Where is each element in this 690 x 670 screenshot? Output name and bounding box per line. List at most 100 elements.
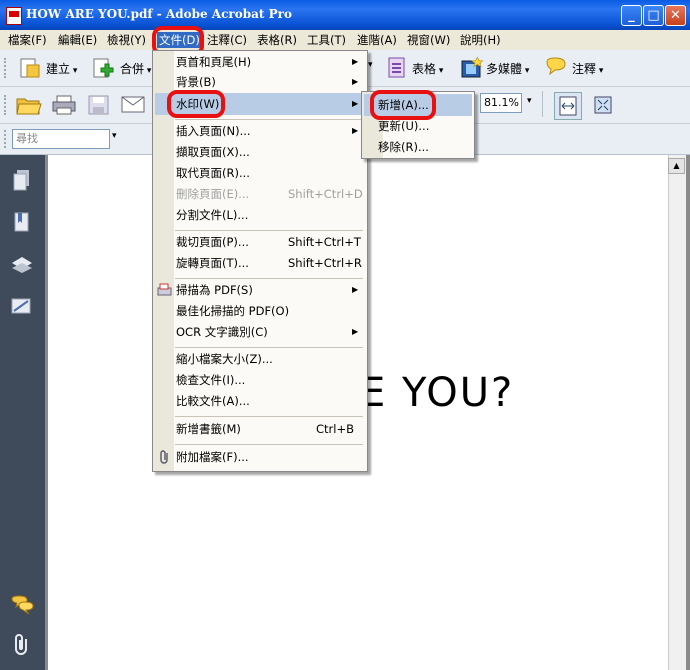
menu-shortcut: Ctrl+B: [316, 422, 354, 436]
menu-item-label: 裁切頁面(P)...: [176, 235, 249, 249]
email-icon[interactable]: [121, 96, 145, 114]
menu-separator: [175, 444, 363, 445]
menu-item-label: 分割文件(L)...: [176, 208, 249, 222]
menu-separator: [175, 230, 363, 231]
submenu-arrow-icon: ▶: [352, 327, 359, 336]
menu-forms[interactable]: 表格(R): [257, 32, 297, 48]
menu-item-rotate-pages[interactable]: 旋轉頁面(T)... Shift+Ctrl+R: [153, 253, 365, 273]
menu-shortcut: Shift+Ctrl+T: [288, 235, 361, 249]
pages-icon[interactable]: [12, 169, 32, 193]
menu-item-split-document[interactable]: 分割文件(L)...: [153, 205, 365, 225]
bookmarks-icon[interactable]: [12, 211, 32, 235]
menu-item-examine-document[interactable]: 檢查文件(I)...: [153, 370, 365, 390]
zoom-dropdown-arrow[interactable]: ▾: [527, 96, 532, 106]
search-dropdown-arrow[interactable]: ▾: [112, 131, 117, 141]
menu-item-crop-pages[interactable]: 裁切頁面(P)... Shift+Ctrl+T: [153, 232, 365, 252]
create-pdf-icon: [18, 57, 40, 79]
submenu-arrow-icon: ▶: [352, 126, 359, 135]
signatures-icon[interactable]: [10, 295, 34, 319]
menu-item-optimize-scanned-pdf[interactable]: 最佳化掃描的 PDF(O): [153, 301, 365, 321]
menu-item-extract-pages[interactable]: 擷取頁面(X)...: [153, 142, 365, 162]
menu-item-label: 刪除頁面(E)...: [176, 187, 250, 201]
menu-shortcut: Shift+Ctrl+R: [288, 256, 362, 270]
toolbar-overflow-arrow[interactable]: ▾: [368, 60, 373, 70]
scroll-up-icon[interactable]: ▲: [668, 158, 685, 174]
menu-shortcut: Shift+Ctrl+D: [288, 187, 363, 201]
menu-item-add-bookmark[interactable]: 新增書籤(M) Ctrl+B: [153, 419, 365, 439]
menu-file[interactable]: 檔案(F): [8, 32, 47, 48]
combine-button[interactable]: 合併: [120, 60, 151, 77]
toolbar-divider: [542, 91, 543, 117]
menu-item-label: 附加檔案(F)...: [176, 450, 249, 464]
maximize-button[interactable]: □: [643, 5, 664, 26]
menu-item-label: 插入頁面(N)...: [176, 124, 251, 138]
comment-icon: [544, 56, 568, 80]
close-button[interactable]: ✕: [665, 5, 686, 26]
forms-button[interactable]: 表格: [412, 60, 443, 77]
menu-edit[interactable]: 編輯(E): [58, 32, 97, 48]
menu-item-label: OCR 文字識別(C): [176, 325, 268, 339]
menu-help[interactable]: 說明(H): [460, 32, 501, 48]
menu-item-scan-to-pdf[interactable]: 掃描為 PDF(S) ▶: [153, 280, 365, 300]
menu-separator: [175, 278, 363, 279]
menu-item-label: 掃描為 PDF(S): [176, 283, 253, 297]
menu-item-delete-pages: 刪除頁面(E)... Shift+Ctrl+D: [153, 184, 365, 204]
combine-icon: [92, 57, 116, 81]
open-folder-icon[interactable]: [16, 95, 42, 115]
scanner-icon: [157, 283, 172, 297]
comments-list-icon[interactable]: [10, 595, 34, 617]
menu-separator: [175, 416, 363, 417]
navigation-pane: [0, 155, 45, 670]
menu-comments[interactable]: 注釋(C): [207, 32, 247, 48]
menu-window[interactable]: 視窗(W): [407, 32, 450, 48]
print-icon[interactable]: [52, 95, 76, 115]
layers-icon[interactable]: [10, 253, 34, 277]
multimedia-button[interactable]: 多媒體: [486, 60, 529, 77]
paperclip-icon: [158, 450, 171, 464]
search-input[interactable]: 尋找: [12, 129, 110, 149]
save-icon[interactable]: [88, 95, 110, 115]
menu-separator: [175, 347, 363, 348]
menu-item-attach-file[interactable]: 附加檔案(F)...: [153, 447, 365, 467]
toolbar-grip-icon-3: [4, 130, 9, 148]
menu-item-label: 旋轉頁面(T)...: [176, 256, 249, 270]
menu-item-compare-documents[interactable]: 比較文件(A)...: [153, 391, 365, 411]
menu-separator: [175, 119, 363, 120]
document-menu: 頁首和頁尾(H) ▶ 背景(B) ▶ 水印(W) ▶ 插入頁面(N)... ▶ …: [152, 50, 368, 472]
toolbar-grip-icon-2: [4, 95, 9, 115]
full-screen-icon[interactable]: [592, 94, 614, 116]
annotation-ring-add-watermark: [370, 90, 436, 120]
menu-view[interactable]: 檢視(Y): [107, 32, 146, 48]
menu-tools[interactable]: 工具(T): [307, 32, 346, 48]
menu-item-label: 檢查文件(I)...: [176, 373, 246, 387]
create-button[interactable]: 建立: [46, 60, 77, 77]
title-bar: HOW ARE YOU.pdf - Adobe Acrobat Pro _ □ …: [0, 0, 690, 30]
menu-item-label: 移除(R)...: [378, 140, 429, 154]
menu-item-ocr[interactable]: OCR 文字識別(C) ▶: [153, 322, 365, 342]
forms-icon: [388, 57, 406, 79]
menu-item-label: 取代頁面(R)...: [176, 166, 250, 180]
submenu-item-remove-watermark[interactable]: 移除(R)...: [362, 137, 472, 157]
menu-item-label: 縮小檔案大小(Z)...: [176, 352, 273, 366]
menu-item-replace-pages[interactable]: 取代頁面(R)...: [153, 163, 365, 183]
menu-advanced[interactable]: 進階(A): [357, 32, 397, 48]
acrobat-app-icon: [6, 7, 22, 25]
menu-item-reduce-file-size[interactable]: 縮小檔案大小(Z)...: [153, 349, 365, 369]
minimize-button[interactable]: _: [621, 5, 642, 26]
menu-item-header-footer[interactable]: 頁首和頁尾(H) ▶: [153, 52, 365, 72]
toolbar-grip-icon: [4, 58, 9, 78]
menu-item-label: 頁首和頁尾(H): [176, 55, 252, 69]
fit-width-icon[interactable]: [554, 92, 582, 120]
comment-button[interactable]: 注釋: [572, 60, 603, 77]
menu-item-label: 背景(B): [176, 75, 216, 89]
zoom-input[interactable]: 81.1%: [480, 93, 522, 113]
menu-bar: 檔案(F) 編輯(E) 檢視(Y) 文件(D) 注釋(C) 表格(R) 工具(T…: [0, 30, 690, 50]
annotation-ring-watermark: [167, 90, 225, 118]
menu-item-insert-pages[interactable]: 插入頁面(N)... ▶: [153, 121, 365, 141]
menu-item-label: 比較文件(A)...: [176, 394, 250, 408]
multimedia-icon: [460, 56, 484, 80]
attachments-icon[interactable]: [12, 633, 32, 657]
vertical-scrollbar[interactable]: [668, 155, 686, 670]
menu-item-background[interactable]: 背景(B) ▶: [153, 72, 365, 92]
submenu-arrow-icon: ▶: [352, 57, 359, 66]
